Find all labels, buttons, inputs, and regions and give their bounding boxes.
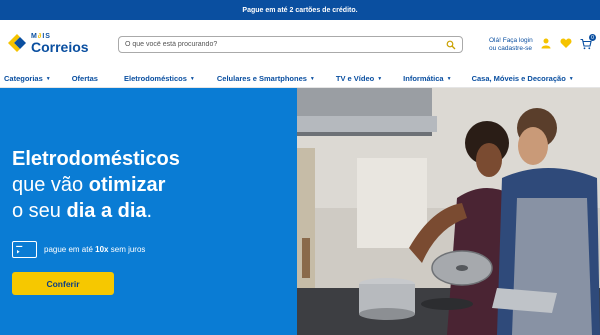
promo-bar: Pague em até 2 cartões de crédito.	[0, 0, 600, 20]
installment-info: pague em até 10x sem juros	[12, 241, 145, 258]
cart-button[interactable]: 0	[580, 34, 596, 50]
login-line1: Olá! Faça login	[489, 37, 533, 44]
credit-card-icon	[12, 241, 37, 258]
hero-line1: Eletrodomésticos	[12, 148, 180, 170]
site-header: M∂IS Correios Olá! Faça login ou cadastr…	[0, 20, 600, 70]
chevron-down-icon: ▼	[189, 75, 195, 82]
chevron-down-icon: ▼	[568, 75, 574, 82]
hero-line3: o seu dia a dia.	[12, 200, 153, 222]
category-nav: Categorias ▼ Ofertas Eletrodomésticos ▼ Ce…	[0, 70, 600, 88]
search-bar	[118, 36, 463, 53]
promo-text: Pague em até 2 cartões de crédito.	[242, 6, 358, 14]
nav-item-tv-video[interactable]: TV e Vídeo ▼	[336, 74, 382, 83]
heart-icon[interactable]	[560, 37, 572, 49]
hero-line2: que vão otimizar	[12, 174, 166, 196]
search-icon[interactable]	[446, 40, 456, 50]
chevron-down-icon: ▼	[309, 75, 315, 82]
logo[interactable]: M∂IS Correios	[6, 32, 89, 54]
search-input[interactable]	[125, 41, 446, 48]
chevron-down-icon: ▼	[446, 75, 452, 82]
nav-item-eletrodomesticos[interactable]: Eletrodomésticos ▼	[124, 74, 195, 83]
correios-logo-icon	[8, 34, 26, 52]
chevron-down-icon: ▼	[377, 75, 383, 82]
nav-item-categorias[interactable]: Categorias ▼	[4, 74, 51, 83]
hero-title: Eletrodomésticos que vão otimizar o seu …	[12, 146, 180, 224]
cart-count-badge: 0	[589, 34, 596, 41]
login-link[interactable]: Olá! Faça login ou cadastre-se	[489, 37, 533, 53]
hero-kitchen-photo	[297, 88, 600, 335]
nav-item-informatica[interactable]: Informática ▼	[403, 74, 451, 83]
nav-item-ofertas[interactable]: Ofertas	[72, 74, 98, 83]
hero-text-panel: Eletrodomésticos que vão otimizar o seu …	[0, 88, 297, 335]
logo-name: Correios	[31, 38, 89, 55]
conferir-button[interactable]: Conferir	[12, 272, 114, 295]
user-icon[interactable]	[540, 37, 552, 49]
login-line2: ou cadastre-se	[489, 45, 532, 53]
hero-banner[interactable]: Eletrodomésticos que vão otimizar o seu …	[0, 88, 600, 335]
nav-item-casa-moveis[interactable]: Casa, Móveis e Decoração ▼	[472, 74, 574, 83]
chevron-down-icon: ▼	[45, 75, 51, 82]
installment-text: pague em até 10x sem juros	[44, 245, 146, 254]
nav-item-celulares[interactable]: Celulares e Smartphones ▼	[217, 74, 315, 83]
